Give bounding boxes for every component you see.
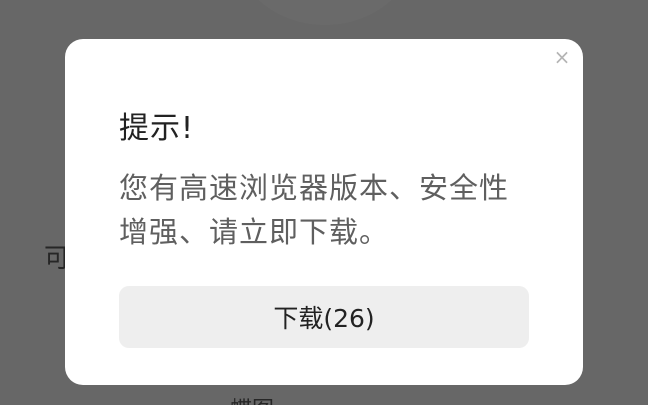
download-button[interactable]: 下载(26) (119, 286, 529, 348)
dialog-message: 您有高速浏览器版本、安全性增强、请立即下载。 (119, 171, 510, 249)
app-screen: 可 蝶图 × 提示! 您有高速浏览器版本、安全性增强、请立即下载。 下载(26) (0, 0, 648, 405)
close-icon[interactable]: × (551, 46, 573, 68)
download-prompt-dialog: × 提示! 您有高速浏览器版本、安全性增强、请立即下载。 下载(26) (65, 39, 583, 385)
dialog-title: 提示! (119, 111, 195, 146)
